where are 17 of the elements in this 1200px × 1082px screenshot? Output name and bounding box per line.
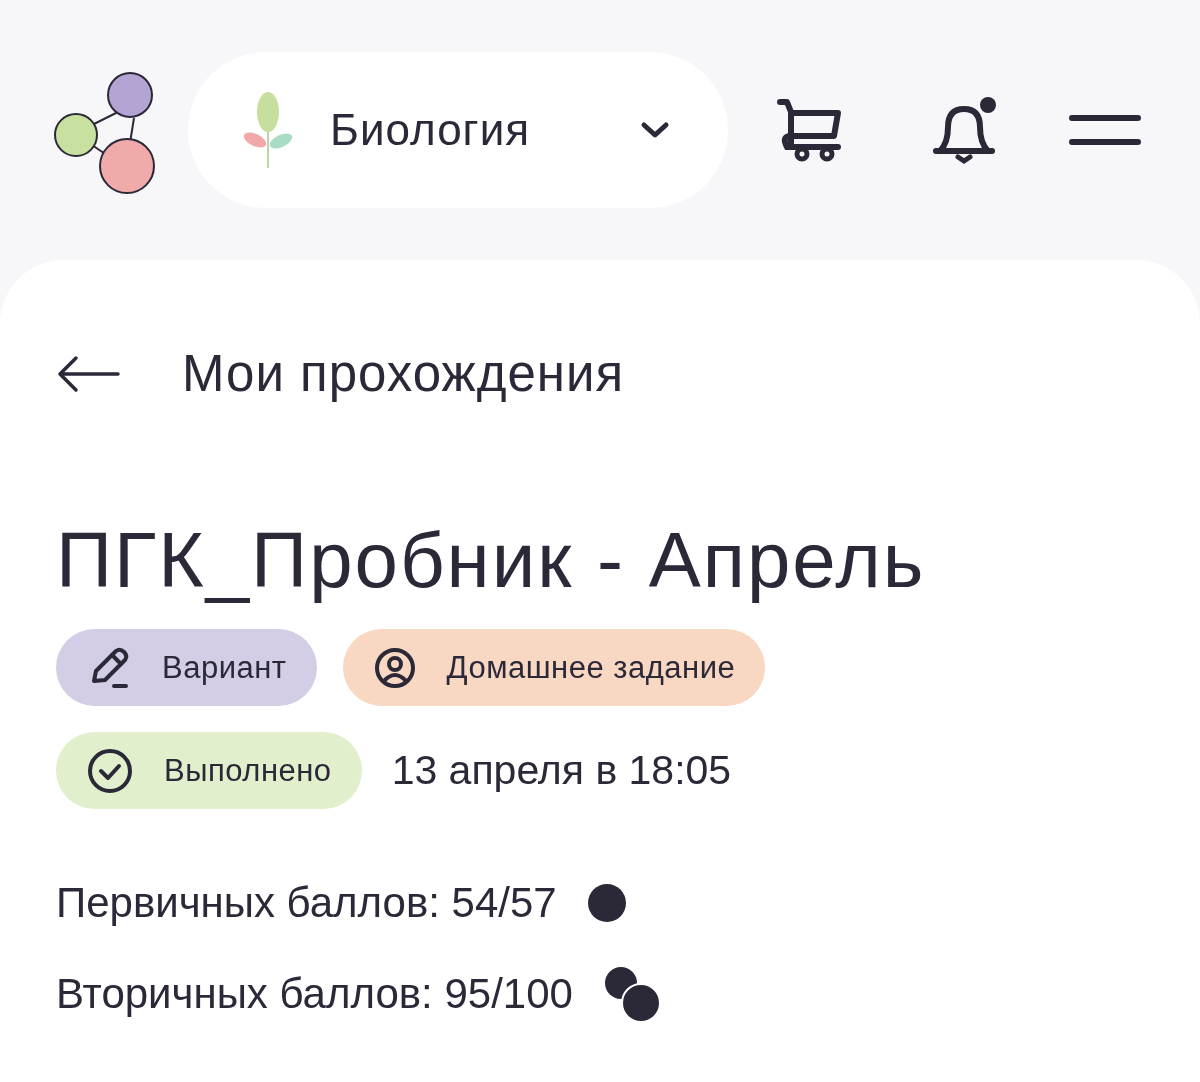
- subject-label: Биология: [330, 105, 532, 155]
- menu-icon[interactable]: [1068, 112, 1142, 148]
- back-arrow-icon: [56, 353, 120, 394]
- back-link[interactable]: Мои прохождения: [56, 344, 625, 403]
- score-text: Первичных баллов: 54/57: [56, 879, 557, 927]
- dot-icon: [586, 883, 627, 923]
- tag-chip: Вариант: [56, 629, 317, 706]
- tag-chip: Выполнено: [56, 732, 362, 809]
- tag-chip: Домашнее задание: [342, 629, 766, 706]
- subject-dropdown[interactable]: Биология: [188, 52, 728, 208]
- score-text: Вторичных баллов: 95/100: [56, 970, 573, 1018]
- leaf-sprout-icon: [242, 90, 294, 170]
- two-dots-icon: [602, 965, 661, 1023]
- completion-date: 13 апреля в 18:05: [391, 747, 732, 794]
- check-circle-icon: [86, 746, 134, 795]
- user-circle-icon: [372, 645, 417, 690]
- chevron-down-icon: [640, 121, 670, 139]
